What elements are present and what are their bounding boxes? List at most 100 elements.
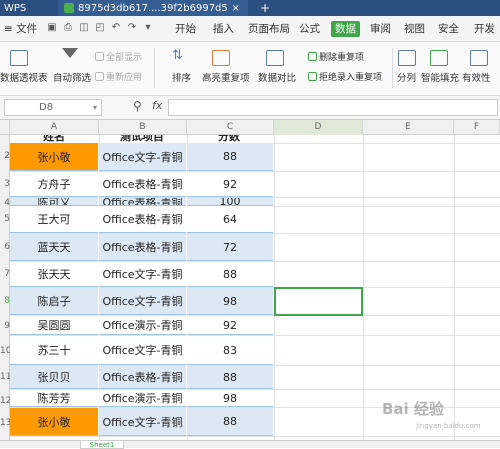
cell-name[interactable]: 吴圆圆 xyxy=(10,316,98,335)
column-header-d[interactable]: D xyxy=(274,120,363,135)
pivot-table-button[interactable]: 数据透视表 xyxy=(0,70,48,84)
menu-insert[interactable]: 插入 xyxy=(213,16,234,42)
reject-duplicates-button[interactable]: 拒绝录入重复项 xyxy=(308,70,382,83)
select-all-corner[interactable] xyxy=(0,120,10,135)
selected-cell-d8[interactable] xyxy=(274,287,363,316)
formula-input[interactable] xyxy=(168,99,498,116)
cell-score[interactable]: 88 xyxy=(187,366,273,389)
row-header[interactable]: 2 xyxy=(0,151,10,161)
cell-test[interactable]: Office文字-青铜 xyxy=(99,262,186,287)
column-header-e[interactable]: E xyxy=(363,120,454,135)
cell-score[interactable]: 88 xyxy=(187,143,273,171)
fx-icon[interactable]: fx xyxy=(152,99,162,112)
menu-review[interactable]: 审阅 xyxy=(370,16,391,42)
cell-score[interactable]: 92 xyxy=(187,172,273,197)
sort-button[interactable]: 排序 xyxy=(172,70,191,84)
sort-icon: ⇅ xyxy=(172,48,183,63)
header-score: 分数 xyxy=(218,135,240,143)
menu-developer[interactable]: 开发工 xyxy=(474,16,500,61)
chevron-down-icon[interactable]: ▾ xyxy=(93,100,97,115)
cell-name[interactable]: 张小敬 xyxy=(10,408,98,436)
show-all-button[interactable]: 全部显示 xyxy=(95,50,142,63)
row-header[interactable]: 7 xyxy=(0,269,10,279)
cell-test[interactable]: Office文字-青铜 xyxy=(99,336,186,365)
cell-name[interactable]: 陈启子 xyxy=(10,288,98,315)
header-test: 测试项目 xyxy=(120,135,164,143)
cell-test[interactable]: Office演示-青铜 xyxy=(99,316,186,335)
cell-test[interactable]: Office表格-青铜 xyxy=(99,366,186,389)
cell-test[interactable]: Office演示-青铜 xyxy=(99,390,186,407)
menu-security[interactable]: 安全 xyxy=(438,16,459,42)
row-header-selected[interactable]: 8 xyxy=(0,296,10,306)
autofilter-button[interactable]: 自动筛选 xyxy=(53,70,91,84)
cell-score[interactable]: 100 xyxy=(187,198,273,206)
highlight-duplicates-button[interactable]: 高亮重复项 xyxy=(202,70,250,84)
column-header-c[interactable]: C xyxy=(187,120,274,135)
redo-icon[interactable]: ↷ xyxy=(126,21,138,35)
formula-bar: D8 ▾ ⚲ fx xyxy=(0,96,500,120)
cell-score[interactable]: 64 xyxy=(187,206,273,233)
cell-name[interactable]: 方舟子 xyxy=(10,172,98,197)
split-column-button[interactable]: 分列 xyxy=(397,70,416,84)
cell-score[interactable]: 83 xyxy=(187,336,273,365)
menu-view[interactable]: 视图 xyxy=(404,16,425,42)
row-header[interactable]: 4 xyxy=(0,198,10,208)
cell-name[interactable]: 王大可 xyxy=(10,206,98,233)
row-header[interactable]: 12 xyxy=(0,396,11,406)
cell-test[interactable]: Office文字-青铜 xyxy=(99,288,186,315)
menu-home[interactable]: 开始 xyxy=(175,16,196,42)
menu-data[interactable]: 数据 xyxy=(331,21,360,37)
cell-test[interactable]: Office文字-青铜 xyxy=(99,143,186,171)
cell-score[interactable]: 72 xyxy=(187,234,273,261)
cell-score[interactable]: 92 xyxy=(187,316,273,335)
column-header-bar: A B C D E F xyxy=(0,120,500,135)
zoom-icon[interactable]: ⚲ xyxy=(133,99,142,113)
cell-name[interactable]: 张天天 xyxy=(10,262,98,287)
cell-name[interactable]: 张小敬 xyxy=(10,143,98,171)
column-header-b[interactable]: B xyxy=(99,120,187,135)
remove-duplicates-button[interactable]: 删除重复项 xyxy=(308,50,364,63)
close-icon[interactable]: × xyxy=(232,3,240,14)
row-header[interactable]: 11 xyxy=(0,372,11,382)
cell-test[interactable]: Office表格-青铜 xyxy=(99,198,186,206)
cell-score[interactable]: 88 xyxy=(187,408,273,436)
cell-score[interactable]: 98 xyxy=(187,390,273,407)
column-header-f[interactable]: F xyxy=(454,120,500,135)
undo-icon[interactable]: ↶ xyxy=(110,21,122,35)
column-header-a[interactable]: A xyxy=(10,120,99,135)
print-preview-icon[interactable]: ◰ xyxy=(94,21,106,35)
save-icon[interactable]: ▣ xyxy=(46,21,58,35)
cell-score[interactable]: 88 xyxy=(187,262,273,287)
cell-name[interactable]: 张贝贝 xyxy=(10,366,98,389)
preview-icon[interactable]: ◫ xyxy=(78,21,90,35)
reapply-button[interactable]: 重新应用 xyxy=(95,70,142,83)
menu-formulas[interactable]: 公式 xyxy=(299,16,320,42)
cell-test[interactable]: Office表格-青铜 xyxy=(99,206,186,233)
menu-page-layout[interactable]: 页面布局 xyxy=(248,16,290,42)
filter-icon xyxy=(62,48,78,58)
validity-button[interactable]: 有效性 xyxy=(462,70,491,84)
name-box[interactable]: D8 ▾ xyxy=(4,99,102,116)
new-tab-button[interactable]: + xyxy=(260,0,270,16)
document-tab[interactable]: 8975d3db617....39f2b6997d5 × xyxy=(58,0,248,16)
cell-test[interactable]: Office文字-青铜 xyxy=(99,408,186,436)
row-header[interactable]: 5 xyxy=(0,214,10,224)
wps-home-tab[interactable]: WPS xyxy=(0,0,58,16)
cell-name[interactable]: 苏三十 xyxy=(10,336,98,365)
cell-name[interactable]: 陈芳芳 xyxy=(10,390,98,407)
data-compare-button[interactable]: 数据对比 xyxy=(258,70,296,84)
cell-test[interactable]: Office表格-青铜 xyxy=(99,172,186,197)
row-header[interactable]: 13 xyxy=(0,418,11,428)
file-menu[interactable]: ≡ 文件 xyxy=(4,16,37,42)
smart-fill-button[interactable]: 智能填充 xyxy=(421,70,459,84)
row-header[interactable]: 10 xyxy=(0,346,11,356)
cell-name[interactable]: 蓝天天 xyxy=(10,234,98,261)
row-header[interactable]: 3 xyxy=(0,179,10,189)
row-header[interactable]: 9 xyxy=(0,321,10,331)
row-header[interactable]: 6 xyxy=(0,242,10,252)
cell-test[interactable]: Office表格-青铜 xyxy=(99,234,186,261)
dropdown-icon[interactable]: ▾ xyxy=(142,21,154,35)
print-icon[interactable]: ⎙ xyxy=(62,21,74,35)
cell-score[interactable]: 98 xyxy=(187,288,273,315)
cell-name[interactable]: 陈可义 xyxy=(10,198,98,206)
